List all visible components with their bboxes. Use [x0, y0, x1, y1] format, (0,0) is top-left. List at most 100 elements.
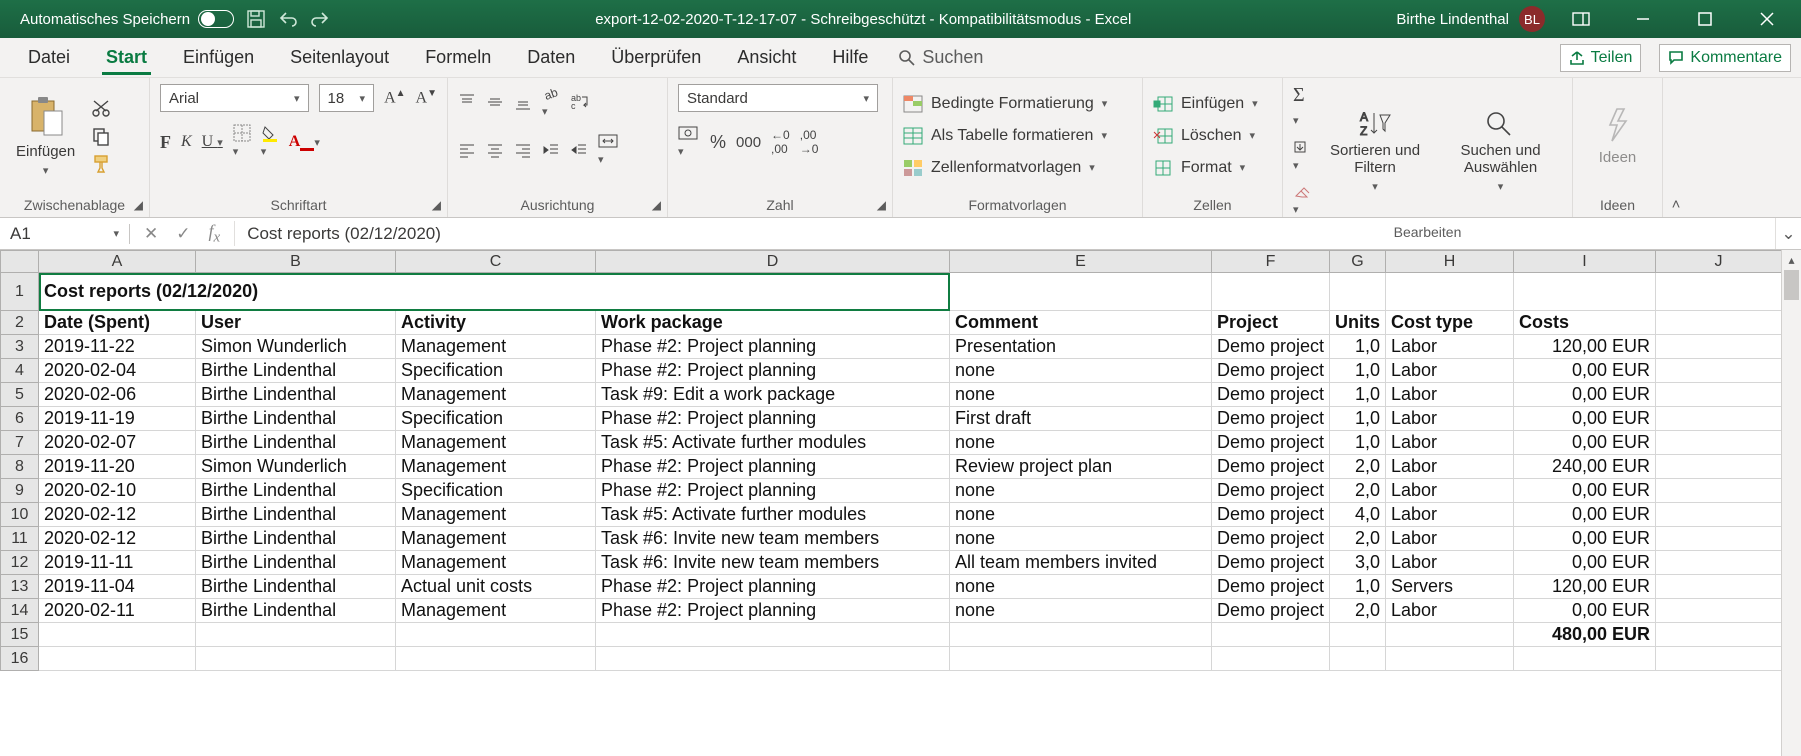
cell[interactable]: Management: [396, 551, 596, 575]
cell[interactable]: Task #5: Activate further modules: [596, 503, 950, 527]
insert-cells-button[interactable]: Einfügen▾: [1153, 93, 1258, 115]
dialog-launcher-icon[interactable]: ◢: [134, 198, 143, 212]
cell[interactable]: Phase #2: Project planning: [596, 575, 950, 599]
decrease-font-icon[interactable]: A▼: [416, 88, 437, 107]
cell[interactable]: Labor: [1386, 599, 1514, 623]
cell[interactable]: [196, 647, 396, 671]
cell[interactable]: 0,00 EUR: [1514, 527, 1656, 551]
cell[interactable]: 2,0: [1330, 479, 1386, 503]
cell[interactable]: Birthe Lindenthal: [196, 383, 396, 407]
tell-me-search[interactable]: Suchen: [886, 47, 983, 68]
paste-button[interactable]: Einfügen ▾: [10, 93, 81, 179]
cell[interactable]: Activity: [396, 311, 596, 335]
accept-formula-icon[interactable]: ✓: [176, 224, 190, 244]
save-icon[interactable]: [246, 9, 266, 29]
row-header[interactable]: 2: [1, 311, 39, 335]
cell[interactable]: Date (Spent): [39, 311, 196, 335]
redo-icon[interactable]: [310, 9, 330, 29]
cell[interactable]: [1656, 407, 1782, 431]
cell[interactable]: none: [950, 479, 1212, 503]
cell-styles-button[interactable]: Zellenformatvorlagen▾: [903, 157, 1107, 179]
cell[interactable]: Labor: [1386, 335, 1514, 359]
tab-start[interactable]: Start: [88, 41, 165, 74]
align-top-icon[interactable]: [458, 93, 476, 111]
cell[interactable]: Cost reports (02/12/2020): [39, 273, 950, 311]
cell[interactable]: User: [196, 311, 396, 335]
font-color-icon[interactable]: A▾: [289, 133, 320, 151]
cell[interactable]: 0,00 EUR: [1514, 431, 1656, 455]
cell[interactable]: Demo project: [1212, 551, 1330, 575]
collapse-ribbon-icon[interactable]: ˄: [1663, 78, 1689, 217]
cell[interactable]: 2020-02-04: [39, 359, 196, 383]
align-right-icon[interactable]: [514, 141, 532, 159]
cell[interactable]: 240,00 EUR: [1514, 455, 1656, 479]
row-header[interactable]: 13: [1, 575, 39, 599]
cell[interactable]: Labor: [1386, 455, 1514, 479]
cell[interactable]: Birthe Lindenthal: [196, 551, 396, 575]
borders-icon[interactable]: ▾: [233, 124, 251, 160]
underline-button[interactable]: U ▾: [202, 133, 223, 151]
align-center-icon[interactable]: [486, 141, 504, 159]
cell[interactable]: [1656, 383, 1782, 407]
tab-datei[interactable]: Datei: [10, 41, 88, 74]
cell[interactable]: 480,00 EUR: [1514, 623, 1656, 647]
wrap-text-icon[interactable]: abc: [570, 93, 590, 111]
cell[interactable]: Task #6: Invite new team members: [596, 551, 950, 575]
toggle-switch-icon[interactable]: [198, 10, 234, 28]
cell[interactable]: [1656, 455, 1782, 479]
cell[interactable]: [1656, 479, 1782, 503]
spreadsheet-grid[interactable]: ABCDEFGHIJ1 Cost reports (02/12/2020) 2D…: [0, 250, 1781, 671]
cell[interactable]: 2020-02-10: [39, 479, 196, 503]
cell[interactable]: 2019-11-19: [39, 407, 196, 431]
cell[interactable]: Task #6: Invite new team members: [596, 527, 950, 551]
cell[interactable]: none: [950, 383, 1212, 407]
fill-icon[interactable]: ▾: [1293, 140, 1311, 174]
copy-icon[interactable]: [91, 126, 111, 146]
cell[interactable]: Phase #2: Project planning: [596, 455, 950, 479]
merge-center-icon[interactable]: ▾: [598, 132, 618, 168]
cell[interactable]: Management: [396, 383, 596, 407]
cell[interactable]: Phase #2: Project planning: [596, 335, 950, 359]
scroll-up-icon[interactable]: ▴: [1782, 250, 1801, 270]
tab-einfuegen[interactable]: Einfügen: [165, 41, 272, 74]
cell[interactable]: Management: [396, 335, 596, 359]
cut-icon[interactable]: [91, 98, 111, 118]
cell[interactable]: Demo project: [1212, 383, 1330, 407]
cell[interactable]: Labor: [1386, 551, 1514, 575]
cell[interactable]: Labor: [1386, 431, 1514, 455]
cell[interactable]: Demo project: [1212, 359, 1330, 383]
expand-formula-bar-icon[interactable]: ⌄: [1775, 218, 1801, 249]
align-left-icon[interactable]: [458, 141, 476, 159]
row-header[interactable]: 1: [1, 273, 39, 311]
cell[interactable]: Demo project: [1212, 575, 1330, 599]
cell[interactable]: [1656, 527, 1782, 551]
row-header[interactable]: 3: [1, 335, 39, 359]
cancel-formula-icon[interactable]: ✕: [144, 224, 158, 244]
decrease-indent-icon[interactable]: [542, 141, 560, 159]
column-header[interactable]: H: [1386, 251, 1514, 273]
column-header[interactable]: D: [596, 251, 950, 273]
cell[interactable]: Labor: [1386, 503, 1514, 527]
cell[interactable]: Labor: [1386, 359, 1514, 383]
cell[interactable]: Demo project: [1212, 407, 1330, 431]
fx-icon[interactable]: fx: [209, 221, 221, 247]
cell[interactable]: 0,00 EUR: [1514, 503, 1656, 527]
cell[interactable]: 2019-11-22: [39, 335, 196, 359]
row-header[interactable]: 15: [1, 623, 39, 647]
cell[interactable]: 1,0: [1330, 359, 1386, 383]
cell[interactable]: [596, 647, 950, 671]
column-header[interactable]: B: [196, 251, 396, 273]
cell[interactable]: 2019-11-20: [39, 455, 196, 479]
cell[interactable]: Presentation: [950, 335, 1212, 359]
cell[interactable]: [1656, 335, 1782, 359]
cell[interactable]: Demo project: [1212, 431, 1330, 455]
cell[interactable]: 2020-02-12: [39, 527, 196, 551]
cell[interactable]: Demo project: [1212, 599, 1330, 623]
column-header[interactable]: I: [1514, 251, 1656, 273]
cell[interactable]: Phase #2: Project planning: [596, 359, 950, 383]
cell[interactable]: 2,0: [1330, 599, 1386, 623]
column-header[interactable]: C: [396, 251, 596, 273]
comments-button[interactable]: Kommentare: [1659, 44, 1791, 72]
cell[interactable]: Specification: [396, 407, 596, 431]
row-header[interactable]: 12: [1, 551, 39, 575]
